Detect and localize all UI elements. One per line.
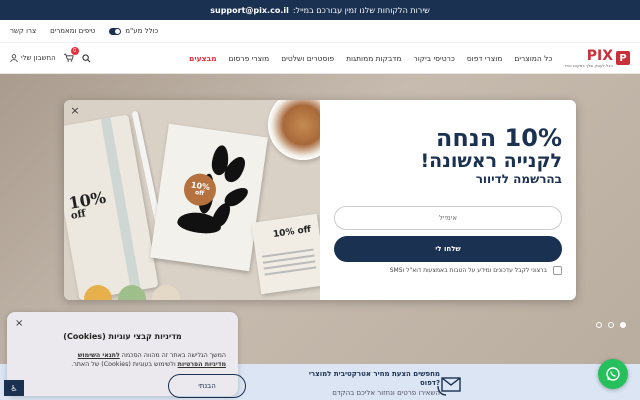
accessibility-icon[interactable]: ♿: [4, 380, 24, 396]
notebook-image: 10% off: [64, 114, 159, 300]
slider-dot[interactable]: [608, 322, 614, 328]
menu-item-business-cards[interactable]: כרטיסי ביקור: [414, 54, 455, 63]
popup-content: 10% הנחה לקנייה ראשונה! בהרשמה לדיוור של…: [320, 100, 576, 300]
search-icon[interactable]: [82, 53, 91, 63]
newsletter-popup: 10% off 10% off 10% off × 10% הנחה לקניי…: [64, 100, 576, 300]
popup-subline: בהרשמה לדיוור: [475, 172, 562, 187]
category-menu: כל המוצרים מוצרי דפוס כרטיסי ביקור מדבקו…: [189, 54, 552, 63]
account-link[interactable]: החשבון שלי: [10, 54, 56, 62]
terms-link[interactable]: לתנאי השימוש: [78, 352, 120, 359]
accept-cookies-button[interactable]: הבנתי: [168, 374, 246, 398]
cookie-title: מדיניות קבצי עוגיות (Cookies): [63, 332, 182, 341]
cookie-text-1: המשך הגלישה באתר זה מהווה הסכמה: [121, 352, 226, 359]
cart-button[interactable]: 0: [63, 46, 79, 64]
announcement-text: שירות הלקוחות שלנו זמין עבורכם במייל:: [292, 5, 430, 15]
main-navigation: החשבון שלי 0 כל המוצרים מוצרי דפוס כרטיס…: [0, 42, 640, 74]
slider-dots: [596, 322, 626, 328]
slider-dot-active[interactable]: [620, 322, 626, 328]
coffee-cup-image: [268, 100, 320, 160]
nav-actions: החשבון שלי 0: [10, 46, 91, 64]
menu-item-all-products[interactable]: כל המוצרים: [514, 54, 552, 63]
quote-subtitle: השאירו פרטים ונחזור אליכם בהקדם: [332, 388, 440, 397]
envelope-phone-icon: [437, 377, 461, 396]
cookie-text-2: ולשימוש בעוגיות (Cookies) של האתר.: [71, 361, 176, 369]
coasters-image: [84, 285, 244, 300]
quote-promo: מחפשים הצעת מחיר אטרקטיבית למוצרי דפוס? …: [290, 370, 440, 398]
tips-link[interactable]: טיפים ומאמרים: [50, 27, 95, 35]
discount-sticker: 10% off: [181, 171, 219, 208]
menu-item-stickers[interactable]: מדבקות ממותגות: [346, 54, 401, 63]
consent-label: ברצוני לקבל עדכונים ומידע על הטבות באמצע…: [389, 267, 547, 274]
menu-item-print[interactable]: מוצרי דפוס: [467, 54, 503, 63]
toggle-switch-icon[interactable]: [109, 27, 122, 35]
site-logo[interactable]: PIX הכל לעסק שלך במקום אחד P: [564, 49, 630, 68]
utility-bar: צרו קשר טיפים ומאמרים כולל מע"מ: [0, 20, 640, 42]
small-card-lines: [261, 248, 317, 280]
consent-row: ברצוני לקבל עדכונים ומידע על הטבות באמצע…: [334, 266, 562, 275]
small-card-image: 10% off: [251, 213, 320, 295]
slider-dot[interactable]: [596, 322, 602, 328]
announcement-bar: שירות הלקוחות שלנו זמין עבורכם במייל: su…: [0, 0, 640, 20]
cart-count-badge: 0: [70, 46, 79, 55]
contact-link[interactable]: צרו קשר: [10, 27, 36, 35]
whatsapp-button[interactable]: [598, 359, 628, 389]
vat-toggle[interactable]: כולל מע"מ: [109, 27, 158, 35]
menu-item-sales[interactable]: מבצעים: [189, 54, 216, 63]
consent-checkbox[interactable]: [553, 266, 562, 275]
notebook-discount-text: 10% off: [67, 188, 108, 222]
sticker-off: off: [194, 189, 205, 198]
support-email-link[interactable]: support@pix.co.il: [210, 6, 289, 15]
account-label: החשבון שלי: [21, 54, 56, 62]
logo-name: PIX: [586, 47, 613, 64]
popup-product-image: 10% off 10% off 10% off ×: [64, 100, 320, 300]
popup-subheadline: לקנייה ראשונה!: [420, 150, 562, 173]
email-field[interactable]: [334, 206, 562, 230]
close-popup-button[interactable]: ×: [68, 104, 82, 118]
logo-text: PIX הכל לעסק שלך במקום אחד: [564, 49, 613, 68]
logo-tagline: הכל לעסק שלך במקום אחד: [564, 62, 613, 68]
small-card-text: 10% off: [272, 224, 312, 240]
user-icon: [10, 54, 18, 62]
menu-item-promo-products[interactable]: מוצרי פרסום: [229, 54, 270, 63]
cookie-text: המשך הגלישה באתר זה מהווה הסכמה לתנאי הש…: [19, 351, 226, 370]
logo-mark-icon: P: [616, 51, 630, 65]
vat-toggle-label: כולל מע"מ: [125, 27, 159, 35]
quote-title: מחפשים הצעת מחיר אטרקטיבית למוצרי דפוס?: [308, 370, 440, 388]
privacy-link[interactable]: מדיניות הפרטיות: [178, 361, 226, 368]
submit-newsletter-button[interactable]: שלחו לי: [334, 236, 562, 262]
flower-card-image: 10% off: [150, 123, 268, 272]
close-cookie-button[interactable]: ×: [15, 318, 23, 329]
popup-headline: 10% הנחה: [435, 124, 562, 152]
menu-item-posters[interactable]: פוסטרים ושלטים: [281, 54, 334, 63]
whatsapp-icon: [606, 367, 620, 381]
